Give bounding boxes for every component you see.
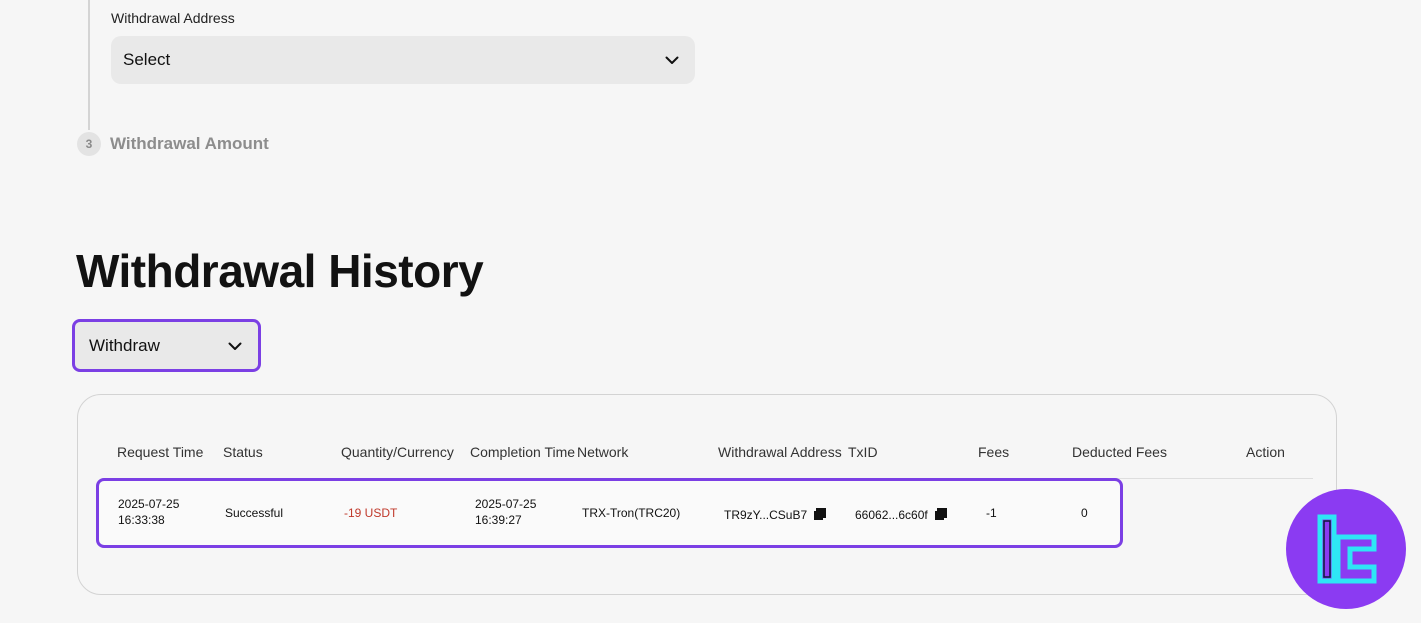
withdrawal-address-label: Withdrawal Address [111, 10, 235, 26]
chevron-down-icon [665, 56, 679, 64]
column-header-fees: Fees [978, 444, 1010, 460]
column-header-action: Action [1246, 444, 1285, 460]
cell-completion-time: 2025-07-25 16:39:27 [475, 496, 536, 528]
brand-logo-icon [1317, 514, 1377, 584]
step-3-number: 3 [85, 137, 93, 151]
column-header-txid: TxID [848, 444, 878, 460]
cell-address-text: TR9zY...CSuB7 [724, 508, 808, 522]
column-header-network: Network [577, 444, 629, 460]
cell-request-date: 2025-07-25 [118, 497, 180, 511]
column-header-status: Status [223, 444, 263, 460]
cell-fees: -1 [986, 506, 997, 520]
column-header-completion-time: Completion Time [470, 444, 576, 460]
withdrawal-address-select[interactable]: Select [111, 36, 695, 84]
cell-request-time: 2025-07-25 16:33:38 [118, 496, 179, 528]
chevron-down-icon [228, 342, 242, 350]
column-header-quantity: Quantity/Currency [341, 444, 454, 460]
cell-txid-text: 66062...6c60f [855, 508, 928, 522]
cell-completion-date: 2025-07-25 [475, 497, 537, 511]
column-header-request-time: Request Time [117, 444, 204, 460]
cell-txid: 66062...6c60f [855, 507, 947, 523]
step-3-indicator: 3 [77, 132, 101, 156]
step-3-title: Withdrawal Amount [110, 134, 269, 153]
cell-quantity: -19 USDT [344, 506, 398, 520]
withdrawal-history-title: Withdrawal History [76, 245, 484, 297]
cell-network: TRX-Tron(TRC20) [582, 506, 681, 520]
withdrawal-address-select-value: Select [123, 50, 171, 69]
cell-deducted-fees: 0 [1081, 506, 1088, 520]
history-type-select-value: Withdraw [89, 335, 160, 355]
cell-completion-clock: 16:39:27 [475, 513, 522, 527]
cell-withdrawal-address: TR9zY...CSuB7 [724, 507, 827, 523]
step-connector-line [88, 0, 90, 130]
copy-icon[interactable] [813, 508, 827, 521]
brand-logo-badge [1286, 489, 1406, 609]
history-type-select[interactable]: Withdraw [72, 319, 261, 372]
cell-status: Successful [225, 506, 284, 520]
cell-request-clock: 16:33:38 [118, 513, 165, 527]
column-header-withdrawal-address: Withdrawal Address [718, 444, 842, 460]
copy-icon[interactable] [934, 508, 947, 521]
column-header-deducted-fees: Deducted Fees [1072, 444, 1167, 460]
